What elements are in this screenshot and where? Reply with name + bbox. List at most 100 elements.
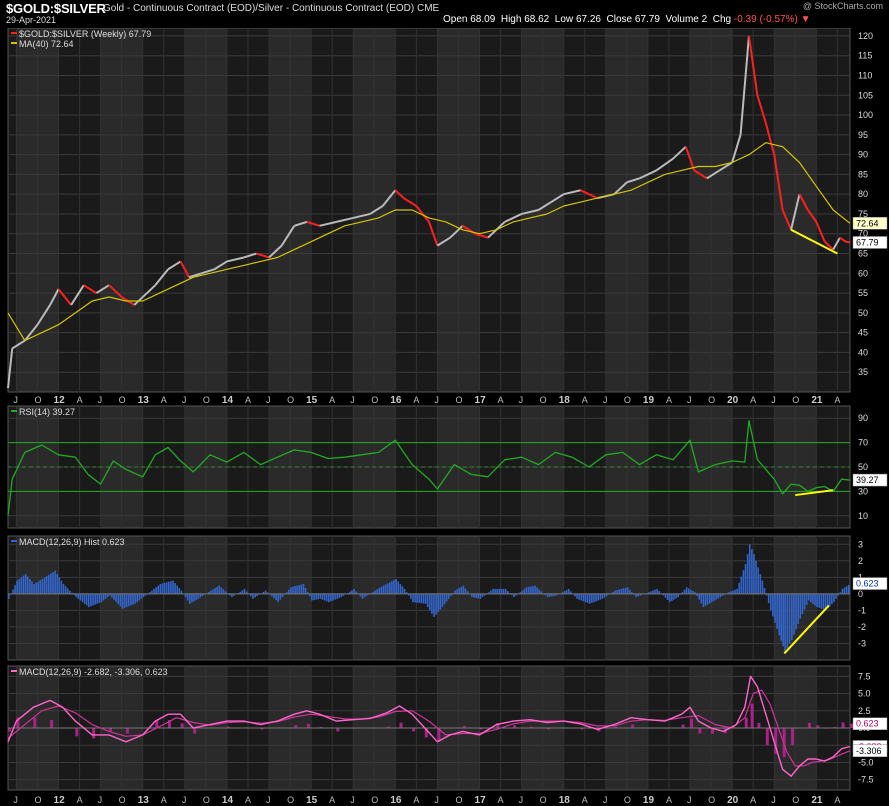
hist-bar xyxy=(319,593,322,599)
chart-header: $GOLD:$SILVER Gold - Continuous Contract… xyxy=(0,0,889,28)
macd-hist-bar xyxy=(841,722,845,728)
macd-axis-month-label: A xyxy=(413,795,419,805)
hist-bar xyxy=(41,578,44,594)
chg-label: Chg xyxy=(712,14,732,25)
price-axis-month-label: O xyxy=(455,395,462,405)
hist-bar xyxy=(784,593,786,652)
hist-bar xyxy=(397,581,400,594)
legend-entry: MACD(12,26,9) Hist 0.623 xyxy=(19,537,125,547)
rsi-last-tag: 39.27 xyxy=(856,475,879,485)
y-tick-label: -7.5 xyxy=(858,775,874,785)
hist-bar xyxy=(22,575,25,594)
y-tick-label: 2.5 xyxy=(858,706,871,716)
hist-bar xyxy=(687,588,690,594)
hist-bar xyxy=(12,589,14,594)
hist-bar xyxy=(757,567,759,594)
chart-canvas[interactable]: 3540455055606570758085909510010511011512… xyxy=(0,28,889,806)
ohlc-readout: Open 68.09 High 68.62 Low 67.26 Close 67… xyxy=(443,14,811,25)
hist-bar xyxy=(618,589,621,594)
hist-bar xyxy=(656,588,658,594)
hist-bar xyxy=(601,593,604,599)
hist-bar xyxy=(464,588,467,594)
macd-axis-month-label: O xyxy=(287,795,294,805)
hist-bar xyxy=(778,593,781,636)
macd-hist-bar xyxy=(50,720,54,728)
hist-last-tag: 0.623 xyxy=(856,579,879,589)
hist-bar xyxy=(176,585,178,594)
hist-bar xyxy=(567,588,570,594)
hist-bar xyxy=(595,593,597,602)
legend-swatch xyxy=(11,32,17,34)
hist-bar xyxy=(304,588,307,594)
macd-hist-bar xyxy=(8,728,11,732)
open-value: 68.09 xyxy=(470,14,496,25)
hist-bar xyxy=(742,570,745,594)
legend-swatch xyxy=(11,540,17,542)
hist-bar xyxy=(473,593,475,598)
macd-hist-bar xyxy=(807,722,811,728)
hist-bar xyxy=(603,593,606,598)
hist-bar xyxy=(439,593,442,610)
hist-bar xyxy=(292,586,294,594)
hist-bar xyxy=(161,583,164,594)
price-axis-month-label: A xyxy=(498,395,504,405)
macd-hist-bar xyxy=(681,724,685,728)
watermark[interactable]: @ StockCharts.com xyxy=(803,1,883,11)
macd-axis-month-label: O xyxy=(624,795,631,805)
macd-hist-bar xyxy=(336,728,340,732)
hist-bar xyxy=(673,593,675,600)
hist-bar xyxy=(847,584,850,594)
macd-hist-bar xyxy=(750,703,754,728)
hist-bar xyxy=(216,586,218,594)
hist-bar xyxy=(536,587,538,594)
hist-bar xyxy=(797,593,799,625)
hist-bar xyxy=(664,593,667,598)
hist-bar xyxy=(197,593,200,599)
hist-bar xyxy=(431,593,433,614)
hist-bar xyxy=(816,593,818,608)
hist-bar xyxy=(654,589,656,594)
y-tick-label: 5.0 xyxy=(858,689,871,699)
y-tick-label: 90 xyxy=(858,150,868,160)
macd-axis-month-label: A xyxy=(666,795,672,805)
hist-bar xyxy=(748,544,751,594)
symbol-title: $GOLD:$SILVER xyxy=(6,1,106,16)
hist-bar xyxy=(66,588,69,594)
y-tick-label: 100 xyxy=(858,110,873,120)
hist-bar xyxy=(56,574,59,594)
hist-bar xyxy=(195,593,197,601)
hist-bar xyxy=(702,593,705,608)
hist-bar xyxy=(243,588,246,594)
macd-axis-month-label: O xyxy=(34,795,41,805)
hist-bar xyxy=(744,564,747,594)
hist-bar xyxy=(831,593,833,605)
hist-bar xyxy=(738,582,741,594)
hist-bar xyxy=(622,588,625,594)
hist-bar xyxy=(115,593,117,603)
hist-bar xyxy=(767,593,770,603)
price-axis-month-label: O xyxy=(203,395,210,405)
hist-bar xyxy=(698,593,701,600)
macd-axis-month-label: O xyxy=(708,795,715,805)
macd-axis-month-label: O xyxy=(203,795,210,805)
hist-bar xyxy=(287,589,290,594)
y-tick-label: -3 xyxy=(858,638,866,648)
hist-bar xyxy=(683,589,686,594)
price-axis-month-label: J xyxy=(350,395,355,405)
hist-bar xyxy=(119,593,122,607)
macd-hist-bar xyxy=(412,728,416,732)
macd-axis-year-label: 15 xyxy=(306,795,318,806)
macd-hist-bar xyxy=(744,717,748,728)
macd-axis-year-label: 16 xyxy=(390,795,402,806)
hist-bar xyxy=(599,593,602,600)
hist-bar xyxy=(94,593,96,605)
macd-axis-month-label: A xyxy=(77,795,83,805)
hist-bar xyxy=(753,554,755,594)
hist-bar xyxy=(740,576,743,594)
hist-bar xyxy=(620,588,623,594)
price-axis-month-label: A xyxy=(161,395,167,405)
hist-bar xyxy=(323,593,326,601)
hist-bar xyxy=(429,593,431,611)
hist-bar xyxy=(755,560,757,594)
price-axis-month-label: J xyxy=(603,395,608,405)
